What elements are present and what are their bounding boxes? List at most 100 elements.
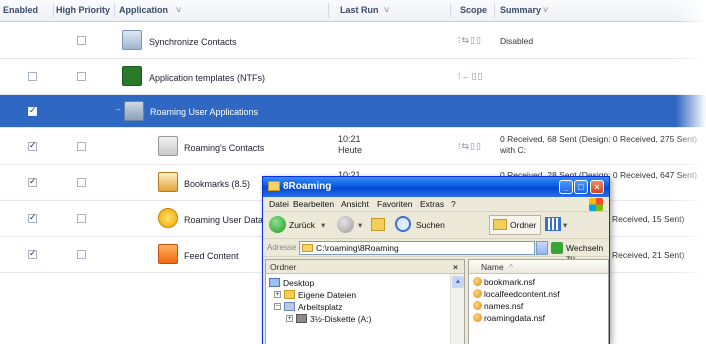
enabled-checkbox[interactable] bbox=[28, 140, 37, 151]
tree-item-diskette[interactable]: 3½-Diskette (A:) bbox=[310, 314, 371, 324]
maximize-button[interactable]: □ bbox=[574, 180, 588, 194]
back-arrow-icon[interactable] bbox=[269, 216, 286, 233]
high-priority-checkbox[interactable] bbox=[77, 142, 86, 151]
high-priority-checkbox[interactable] bbox=[77, 250, 86, 259]
high-priority-checkbox[interactable] bbox=[77, 36, 86, 45]
column-application[interactable]: Application bbox=[119, 5, 168, 15]
file-item[interactable]: roamingdata.nsf bbox=[473, 313, 545, 323]
high-priority-checkbox[interactable] bbox=[77, 178, 86, 187]
folders-scrollbar[interactable]: ▲ bbox=[450, 274, 464, 344]
tree-item-eigene-dateien[interactable]: Eigene Dateien bbox=[298, 290, 356, 300]
summary-text: 0 Received, 68 Sent (Design: 0 Received,… bbox=[500, 134, 698, 144]
roaming-group-icon bbox=[124, 101, 144, 121]
contacts-icon bbox=[158, 136, 178, 156]
desktop-icon bbox=[269, 278, 280, 287]
views-dropdown-icon[interactable]: ▾ bbox=[563, 220, 567, 231]
column-scope[interactable]: Scope bbox=[460, 5, 487, 15]
nsf-file-icon bbox=[473, 277, 482, 286]
enabled-checkbox[interactable] bbox=[28, 212, 37, 223]
nsf-file-icon bbox=[473, 289, 482, 298]
computer-icon bbox=[284, 302, 295, 311]
back-dropdown-icon[interactable]: ▾ bbox=[321, 220, 325, 231]
app-name: Roaming's Contacts bbox=[184, 143, 265, 153]
address-dropdown-button[interactable] bbox=[536, 241, 548, 255]
feed-icon bbox=[158, 244, 178, 264]
folders-pane: Ordner × Desktop + Eigene Dateien − Arbe… bbox=[265, 259, 465, 344]
address-bar: Adresse C:\roaming\8Roaming Wechseln zu bbox=[263, 239, 609, 263]
column-summary[interactable]: Summary bbox=[500, 5, 541, 15]
sort-arrow-icon: ˅ bbox=[384, 5, 390, 15]
explorer-window[interactable]: 8Roaming _ □ × Datei Bearbeiten Ansicht … bbox=[262, 176, 610, 344]
menu-bar: Datei Bearbeiten Ansicht Favoriten Extra… bbox=[263, 197, 609, 212]
collapse-icon[interactable]: − bbox=[274, 303, 281, 310]
file-item[interactable]: localfeedcontent.nsf bbox=[473, 289, 560, 299]
folder-up-icon[interactable] bbox=[371, 218, 385, 231]
menu-ansicht[interactable]: Ansicht bbox=[341, 199, 369, 209]
app-name: Roaming User Data bbox=[184, 215, 264, 225]
app-name: Feed Content bbox=[184, 251, 239, 261]
sort-arrow-icon: ˅ bbox=[543, 5, 549, 15]
expand-icon[interactable]: + bbox=[274, 291, 281, 298]
tree-item-desktop[interactable]: Desktop bbox=[283, 278, 314, 288]
menu-help[interactable]: ? bbox=[451, 199, 456, 209]
table-row[interactable]: Synchronize Contacts ⁞⇆▯▯ Disabled bbox=[0, 23, 706, 59]
menu-favoriten[interactable]: Favoriten bbox=[377, 199, 412, 209]
summary-text: Received, 21 Sent) bbox=[612, 250, 685, 260]
go-arrow-icon[interactable] bbox=[551, 242, 563, 254]
views-icon[interactable] bbox=[545, 217, 561, 231]
enabled-checkbox[interactable] bbox=[28, 176, 37, 187]
minimize-button[interactable]: _ bbox=[559, 180, 573, 194]
column-last-run[interactable]: Last Run bbox=[340, 5, 379, 15]
column-enabled[interactable]: Enabled bbox=[3, 5, 38, 15]
windows-logo-icon bbox=[589, 198, 603, 211]
file-item[interactable]: bookmark.nsf bbox=[473, 277, 535, 287]
nsf-file-icon bbox=[473, 313, 482, 322]
column-high-priority[interactable]: High Priority bbox=[56, 5, 110, 15]
high-priority-checkbox[interactable] bbox=[77, 214, 86, 223]
high-priority-checkbox[interactable] bbox=[77, 72, 86, 81]
app-name: Bookmarks (8.5) bbox=[184, 179, 251, 189]
expand-icon[interactable]: + bbox=[286, 315, 293, 322]
enabled-checkbox[interactable] bbox=[28, 105, 37, 116]
table-row[interactable]: Roaming's Contacts 10:21 Heute ⁞⇆▯▯ 0 Re… bbox=[0, 129, 706, 165]
sort-arrow-icon: ˅ bbox=[176, 5, 182, 15]
folders-button-label: Ordner bbox=[510, 220, 537, 230]
menu-extras[interactable]: Extras bbox=[420, 199, 444, 209]
app-templates-icon bbox=[122, 66, 142, 86]
menu-bearbeiten[interactable]: Bearbeiten bbox=[293, 199, 334, 209]
address-label: Adresse bbox=[267, 243, 297, 252]
sync-contacts-icon bbox=[122, 30, 142, 50]
table-row[interactable]: Application templates (NTFs) ⁞←▯▯ bbox=[0, 59, 706, 95]
summary-text: Disabled bbox=[500, 36, 534, 46]
file-item[interactable]: names.nsf bbox=[473, 301, 523, 311]
bookmarks-icon bbox=[158, 172, 178, 192]
window-title: 8Roaming bbox=[283, 181, 332, 192]
files-header[interactable]: Name ^ bbox=[469, 260, 608, 274]
folder-icon bbox=[268, 181, 280, 191]
summary-text-2: with C: bbox=[500, 145, 526, 155]
folders-pane-title: Ordner bbox=[270, 262, 297, 272]
file-name: names.nsf bbox=[484, 301, 524, 311]
search-button-label[interactable]: Suchen bbox=[416, 220, 445, 230]
close-pane-button[interactable]: × bbox=[453, 262, 458, 272]
enabled-checkbox[interactable] bbox=[28, 248, 37, 259]
search-icon[interactable] bbox=[395, 216, 411, 232]
scroll-up-icon[interactable]: ▲ bbox=[452, 276, 464, 288]
enabled-checkbox[interactable] bbox=[28, 72, 37, 81]
folder-icon bbox=[302, 244, 313, 252]
back-button-label[interactable]: Zurück bbox=[289, 220, 315, 230]
folders-button[interactable]: Ordner bbox=[489, 215, 541, 235]
collapse-icon[interactable]: − bbox=[116, 105, 121, 114]
app-name: Synchronize Contacts bbox=[149, 37, 237, 47]
close-button[interactable]: × bbox=[590, 180, 604, 194]
window-titlebar[interactable]: 8Roaming _ □ × bbox=[263, 177, 609, 197]
file-name: localfeedcontent.nsf bbox=[484, 289, 560, 299]
forward-arrow-icon[interactable] bbox=[337, 216, 354, 233]
address-input[interactable]: C:\roaming\8Roaming bbox=[299, 241, 535, 255]
tree-item-arbeitsplatz[interactable]: Arbeitsplatz bbox=[298, 302, 342, 312]
table-row-selected[interactable]: − Roaming User Applications bbox=[0, 95, 706, 128]
menu-datei[interactable]: Datei bbox=[269, 199, 289, 209]
scope-icons: ⁞⇆▯▯ bbox=[458, 141, 482, 151]
column-name[interactable]: Name bbox=[481, 262, 504, 272]
forward-dropdown-icon[interactable]: ▾ bbox=[358, 220, 362, 231]
